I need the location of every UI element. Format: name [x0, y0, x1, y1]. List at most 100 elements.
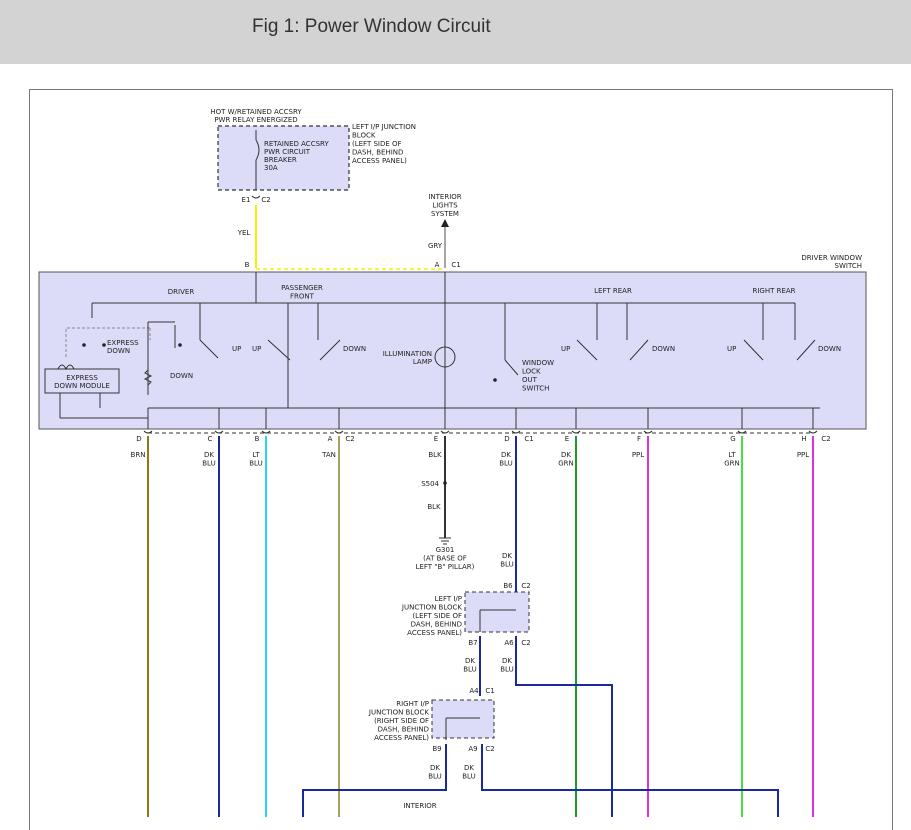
pin-a: A — [435, 261, 440, 269]
dkblu-label: BLU — [428, 773, 441, 781]
dkblu-label: BLU — [500, 561, 513, 569]
conn-c2: C2 — [521, 582, 530, 590]
conn-c2: C2 — [261, 196, 270, 204]
left-ip-jb-box — [464, 591, 530, 633]
splice-label: S504 — [421, 480, 439, 488]
wire-color-label: BLU — [249, 460, 262, 468]
conn-c2-left: C2 — [345, 435, 354, 443]
dkblu-label: BLU — [462, 773, 475, 781]
conn-c2: C2 — [521, 639, 530, 647]
section-driver: DRIVER — [168, 288, 195, 296]
left-ip-jb-label: ACCESS PANEL) — [407, 629, 462, 637]
breaker-label: BREAKER — [264, 156, 297, 164]
pin-a9: A9 — [468, 745, 477, 753]
breaker-label: 30A — [264, 164, 278, 172]
connector-symbol — [334, 430, 344, 434]
conn-c1-mid: C1 — [524, 435, 533, 443]
right-ip-jb-label: RIGHT I/P — [396, 700, 429, 708]
pin-a4: A4 — [469, 687, 479, 695]
pin-a6: A6 — [504, 639, 514, 647]
label-up-pf: UP — [252, 345, 261, 353]
left-jb-label: DASH, BEHIND — [352, 149, 403, 157]
dkblu-label: DK — [464, 764, 474, 772]
lamp-label: ILLUMINATION — [383, 350, 432, 358]
cut-off-label: INTERIOR — [403, 802, 436, 810]
dkblu-label: DK — [465, 657, 475, 665]
wire-color-label: PPL — [632, 451, 644, 459]
hot-label: PWR RELAY ENERGIZED — [214, 116, 297, 124]
conn-c2-right: C2 — [821, 435, 830, 443]
arrow-up-icon — [441, 219, 449, 227]
right-ip-jb-label: JUNCTION BLOCK — [368, 709, 429, 717]
bottom-pin-label: F — [637, 435, 641, 443]
wire-color-label: DK — [501, 451, 511, 459]
ground-label: (AT BASE OF — [423, 555, 467, 563]
right-ip-jb-label: ACCESS PANEL) — [374, 734, 429, 742]
wire-label-yel: YEL — [237, 229, 251, 237]
pin-b6: B6 — [503, 582, 513, 590]
bottom-pin-label: E — [434, 435, 438, 443]
window-lock-label: SWITCH — [522, 385, 549, 393]
label-down-pf: DOWN — [343, 345, 366, 353]
bottom-pin-label: D — [504, 435, 509, 443]
interior-lights-label: LIGHTS — [432, 202, 458, 210]
conn-c1: C1 — [485, 687, 494, 695]
label-up-rr: UP — [727, 345, 736, 353]
conn-c1: C1 — [451, 261, 460, 269]
window-lock-label: WINDOW — [522, 359, 554, 367]
wire-color-label: BLU — [499, 460, 512, 468]
left-ip-jb-label: JUNCTION BLOCK — [401, 604, 462, 612]
ground-label: LEFT "B" PILLAR) — [416, 563, 475, 571]
connector-symbol — [808, 430, 818, 434]
section-passenger-front: PASSENGER — [281, 284, 323, 292]
wire-color-label: DK — [561, 451, 571, 459]
window-lock-label: LOCK — [522, 368, 541, 376]
ground-icon — [439, 537, 451, 545]
wire-color-label: PPL — [797, 451, 809, 459]
wire-color-label: BRN — [131, 451, 146, 459]
ground-label: G301 — [436, 546, 455, 554]
hot-label: HOT W/RETAINED ACCSRY — [210, 108, 302, 116]
splice-s504 — [443, 481, 447, 485]
label-up-driver: UP — [232, 345, 241, 353]
wiring-diagram: HOT W/RETAINED ACCSRYPWR RELAY ENERGIZED… — [38, 108, 867, 817]
left-jb-label: LEFT I/P JUNCTION — [352, 123, 416, 131]
right-ip-jb-box — [431, 699, 495, 739]
wire-color-label: GRN — [558, 460, 574, 468]
dkblu-label: DK — [430, 764, 440, 772]
label-up-lr: UP — [561, 345, 570, 353]
window-lock-label: OUT — [522, 376, 538, 384]
bottom-pin-label: D — [136, 435, 141, 443]
left-ip-jb-label: LEFT I/P — [435, 595, 462, 603]
label-down-rr: DOWN — [818, 345, 841, 353]
section-right-rear: RIGHT REAR — [752, 287, 795, 295]
wire-color-label: GRN — [724, 460, 740, 468]
bottom-pin-label: G — [730, 435, 735, 443]
dkblu-label: BLU — [463, 666, 476, 674]
wire-color-label: TAN — [321, 451, 336, 459]
right-ip-jb-label: (RIGHT SIDE OF — [374, 717, 429, 725]
left-ip-jb-label: (LEFT SIDE OF — [412, 612, 462, 620]
interior-lights-label: SYSTEM — [431, 210, 459, 218]
interior-lights-label: INTERIOR — [428, 193, 461, 201]
driver-switch-label: SWITCH — [835, 262, 862, 270]
label-down-lr: DOWN — [652, 345, 675, 353]
right-ip-jb-label: DASH, BEHIND — [378, 726, 429, 734]
wire-color-label: LT — [728, 451, 736, 459]
contact-dot — [178, 343, 182, 347]
left-jb-label: ACCESS PANEL) — [352, 157, 407, 165]
driver-switch-label: DRIVER WINDOW — [801, 254, 862, 262]
express-down-label: EXPRESS — [107, 339, 139, 347]
bottom-pin-label: B — [255, 435, 260, 443]
blk-label: BLK — [427, 503, 441, 511]
express-module-label: EXPRESS — [66, 374, 98, 382]
bottom-pin-label: H — [801, 435, 806, 443]
wire-dkblu-route — [481, 744, 779, 817]
wire-color-label: DK — [204, 451, 214, 459]
dkblu-label: DK — [502, 552, 512, 560]
dkblu-label: BLU — [500, 666, 513, 674]
left-jb-label: (LEFT SIDE OF — [352, 140, 402, 148]
bottom-pin-label: A — [328, 435, 333, 443]
label-down-driver: DOWN — [170, 372, 193, 380]
contact-dot — [493, 378, 497, 382]
